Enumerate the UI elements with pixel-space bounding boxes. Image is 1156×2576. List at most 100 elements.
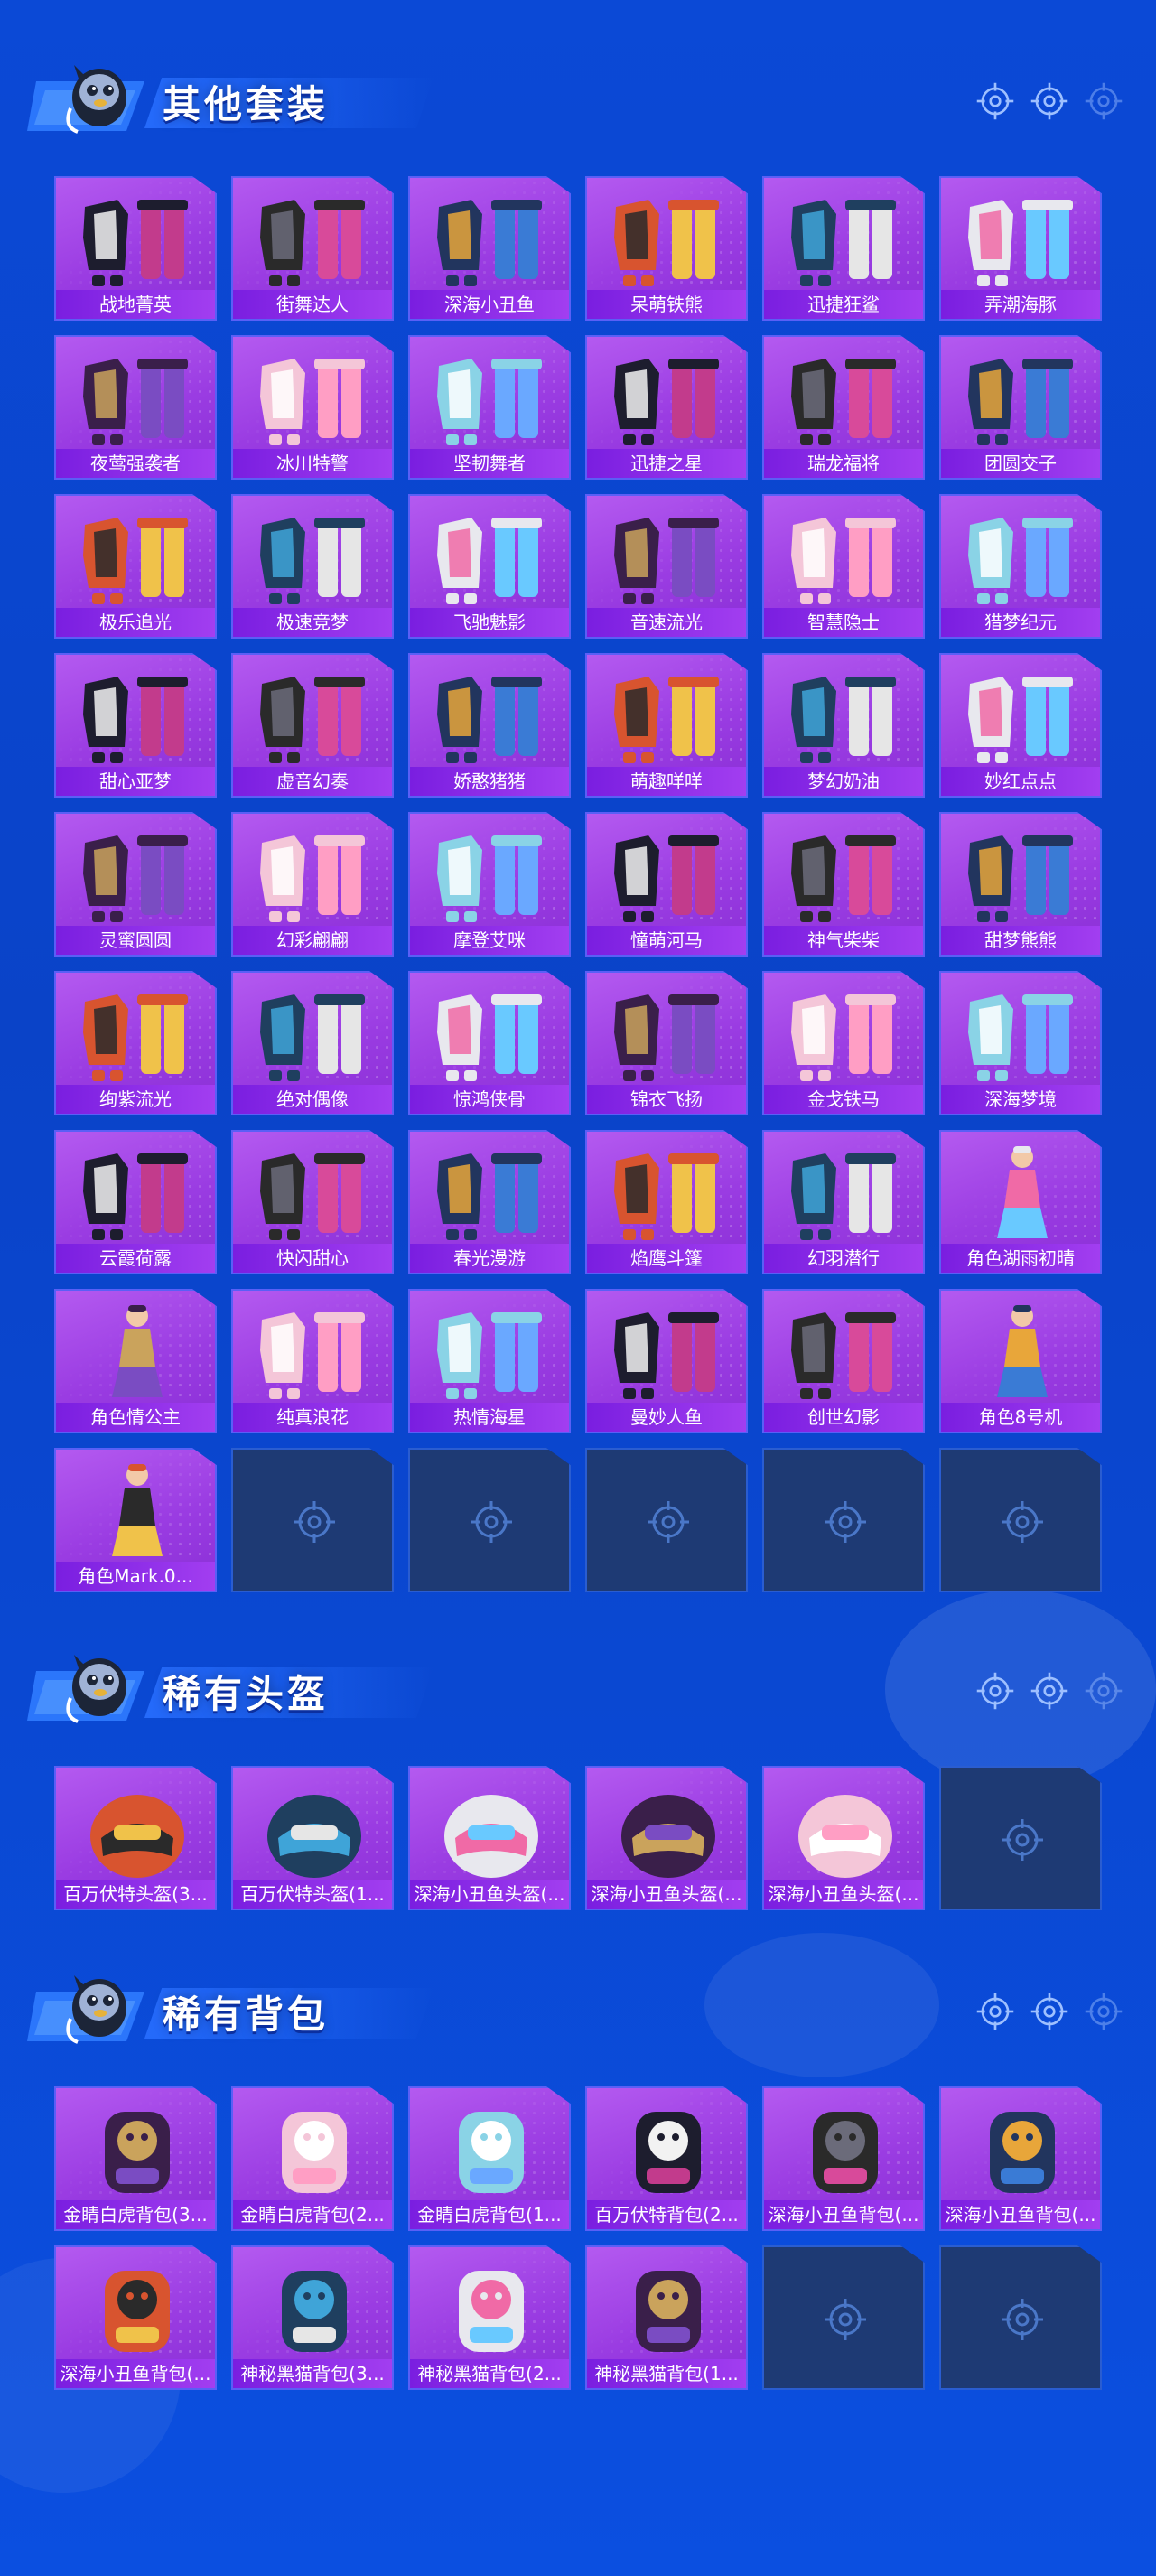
item-card[interactable]: 冰川特警 xyxy=(231,335,394,480)
item-card[interactable]: 虚音幻奏 xyxy=(231,653,394,798)
item-card[interactable]: 极速竞梦 xyxy=(231,494,394,639)
item-label: 坚韧舞者 xyxy=(410,449,569,478)
item-card[interactable]: 灵蜜圆圆 xyxy=(54,812,217,957)
item-card[interactable]: 云霞荷露 xyxy=(54,1130,217,1274)
item-label: 弄潮海豚 xyxy=(941,290,1100,319)
item-card[interactable]: 坚韧舞者 xyxy=(408,335,571,480)
item-card[interactable]: 角色情公主 xyxy=(54,1289,217,1433)
item-card[interactable]: 金戈铁马 xyxy=(762,971,925,1115)
item-label: 呆萌铁熊 xyxy=(587,290,746,319)
item-label: 摩登艾咪 xyxy=(410,926,569,955)
item-card[interactable]: 飞驰魅影 xyxy=(408,494,571,639)
item-card[interactable]: 妙红点点 xyxy=(939,653,1102,798)
item-card[interactable]: 金睛白虎背包(2... xyxy=(231,2086,394,2231)
item-label: 虚音幻奏 xyxy=(233,767,392,796)
character-icon xyxy=(997,1305,1048,1397)
item-card[interactable]: 迅捷之星 xyxy=(585,335,748,480)
item-card[interactable]: 神秘黑猫背包(3... xyxy=(231,2245,394,2390)
item-card[interactable]: 百万伏特头盔(3... xyxy=(54,1766,217,1910)
item-label: 百万伏特头盔(1... xyxy=(233,1880,392,1909)
item-card[interactable]: 猎梦纪元 xyxy=(939,494,1102,639)
item-card[interactable]: 娇憨猪猪 xyxy=(408,653,571,798)
item-card[interactable]: 深海小丑鱼背包(... xyxy=(939,2086,1102,2231)
outfit-icon xyxy=(791,359,896,445)
item-card[interactable]: 深海小丑鱼头盔(... xyxy=(762,1766,925,1910)
item-card[interactable]: 弄潮海豚 xyxy=(939,176,1102,321)
item-card[interactable]: 萌趣咩咩 xyxy=(585,653,748,798)
item-card[interactable]: 摩登艾咪 xyxy=(408,812,571,957)
item-card[interactable]: 深海梦境 xyxy=(939,971,1102,1115)
item-card[interactable]: 音速流光 xyxy=(585,494,748,639)
helmet-icon xyxy=(267,1795,361,1878)
outfit-icon xyxy=(260,1153,365,1240)
item-card[interactable]: 春光漫游 xyxy=(408,1130,571,1274)
item-card[interactable]: 绚紫流光 xyxy=(54,971,217,1115)
item-card[interactable]: 角色8号机 xyxy=(939,1289,1102,1433)
item-label: 甜心亚梦 xyxy=(56,767,215,796)
item-label: 战地菁英 xyxy=(56,290,215,319)
item-card[interactable]: 金睛白虎背包(3... xyxy=(54,2086,217,2231)
item-card[interactable]: 呆萌铁熊 xyxy=(585,176,748,321)
item-card[interactable]: 神秘黑猫背包(2... xyxy=(408,2245,571,2390)
item-card[interactable]: 快闪甜心 xyxy=(231,1130,394,1274)
item-card[interactable]: 惊鸿侠骨 xyxy=(408,971,571,1115)
item-card[interactable]: 深海小丑鱼 xyxy=(408,176,571,321)
item-label: 深海小丑鱼 xyxy=(410,290,569,319)
item-card[interactable]: 角色湖雨初晴 xyxy=(939,1130,1102,1274)
item-card[interactable]: 深海小丑鱼背包(... xyxy=(762,2086,925,2231)
item-card[interactable]: 锦衣飞扬 xyxy=(585,971,748,1115)
item-card[interactable]: 深海小丑鱼头盔(... xyxy=(408,1766,571,1910)
item-card[interactable]: 百万伏特头盔(1... xyxy=(231,1766,394,1910)
item-card[interactable]: 憧萌河马 xyxy=(585,812,748,957)
item-card[interactable]: 团圆交子 xyxy=(939,335,1102,480)
item-label: 百万伏特头盔(3... xyxy=(56,1880,215,1909)
item-card[interactable]: 甜心亚梦 xyxy=(54,653,217,798)
character-icon xyxy=(997,1146,1048,1238)
item-card[interactable]: 迅捷狂鲨 xyxy=(762,176,925,321)
item-card[interactable]: 瑞龙福将 xyxy=(762,335,925,480)
item-card[interactable]: 纯真浪花 xyxy=(231,1289,394,1433)
mascot-icon xyxy=(27,1975,144,2044)
helmet-icon xyxy=(798,1795,892,1878)
item-card[interactable]: 创世幻影 xyxy=(762,1289,925,1433)
item-label: 纯真浪花 xyxy=(233,1403,392,1432)
item-card[interactable]: 梦幻奶油 xyxy=(762,653,925,798)
item-card[interactable]: 神秘黑猫背包(1... xyxy=(585,2245,748,2390)
item-label: 角色Mark.0... xyxy=(56,1562,215,1591)
backpack-icon xyxy=(990,2112,1055,2193)
item-card[interactable]: 战地菁英 xyxy=(54,176,217,321)
item-label: 深海小丑鱼头盔(... xyxy=(764,1880,923,1909)
item-card[interactable]: 深海小丑鱼头盔(... xyxy=(585,1766,748,1910)
crosshair-icon xyxy=(1030,1993,1068,2030)
section-header: 其他套装 xyxy=(27,54,1129,145)
item-card[interactable]: 智慧隐士 xyxy=(762,494,925,639)
item-card[interactable]: 幻羽潜行 xyxy=(762,1130,925,1274)
item-card[interactable]: 深海小丑鱼背包(... xyxy=(54,2245,217,2390)
item-label: 深海梦境 xyxy=(941,1085,1100,1114)
item-card[interactable]: 曼妙人鱼 xyxy=(585,1289,748,1433)
item-card[interactable]: 百万伏特背包(2... xyxy=(585,2086,748,2231)
item-card[interactable]: 绝对偶像 xyxy=(231,971,394,1115)
mascot-icon xyxy=(27,65,144,134)
outfit-icon xyxy=(614,359,719,445)
item-label: 快闪甜心 xyxy=(233,1244,392,1273)
item-card[interactable]: 街舞达人 xyxy=(231,176,394,321)
item-card[interactable]: 角色Mark.0... xyxy=(54,1448,217,1592)
item-card[interactable]: 金睛白虎背包(1... xyxy=(408,2086,571,2231)
empty-slot xyxy=(408,1448,571,1592)
crosshair-icon xyxy=(976,1672,1014,1710)
outfit-icon xyxy=(437,835,542,922)
item-card[interactable]: 甜梦熊熊 xyxy=(939,812,1102,957)
outfit-icon xyxy=(260,677,365,763)
item-card[interactable]: 夜莺强袭者 xyxy=(54,335,217,480)
item-card[interactable]: 极乐追光 xyxy=(54,494,217,639)
item-card[interactable]: 热情海星 xyxy=(408,1289,571,1433)
crosshair-icon xyxy=(294,1501,335,1543)
crosshair-icon xyxy=(1002,1501,1043,1543)
item-card[interactable]: 幻彩翩翩 xyxy=(231,812,394,957)
item-card[interactable]: 神气柴柴 xyxy=(762,812,925,957)
item-card[interactable]: 焰鹰斗篷 xyxy=(585,1130,748,1274)
crosshair-icon xyxy=(976,82,1014,120)
item-label: 金戈铁马 xyxy=(764,1085,923,1114)
crosshair-icon xyxy=(1085,1993,1123,2030)
